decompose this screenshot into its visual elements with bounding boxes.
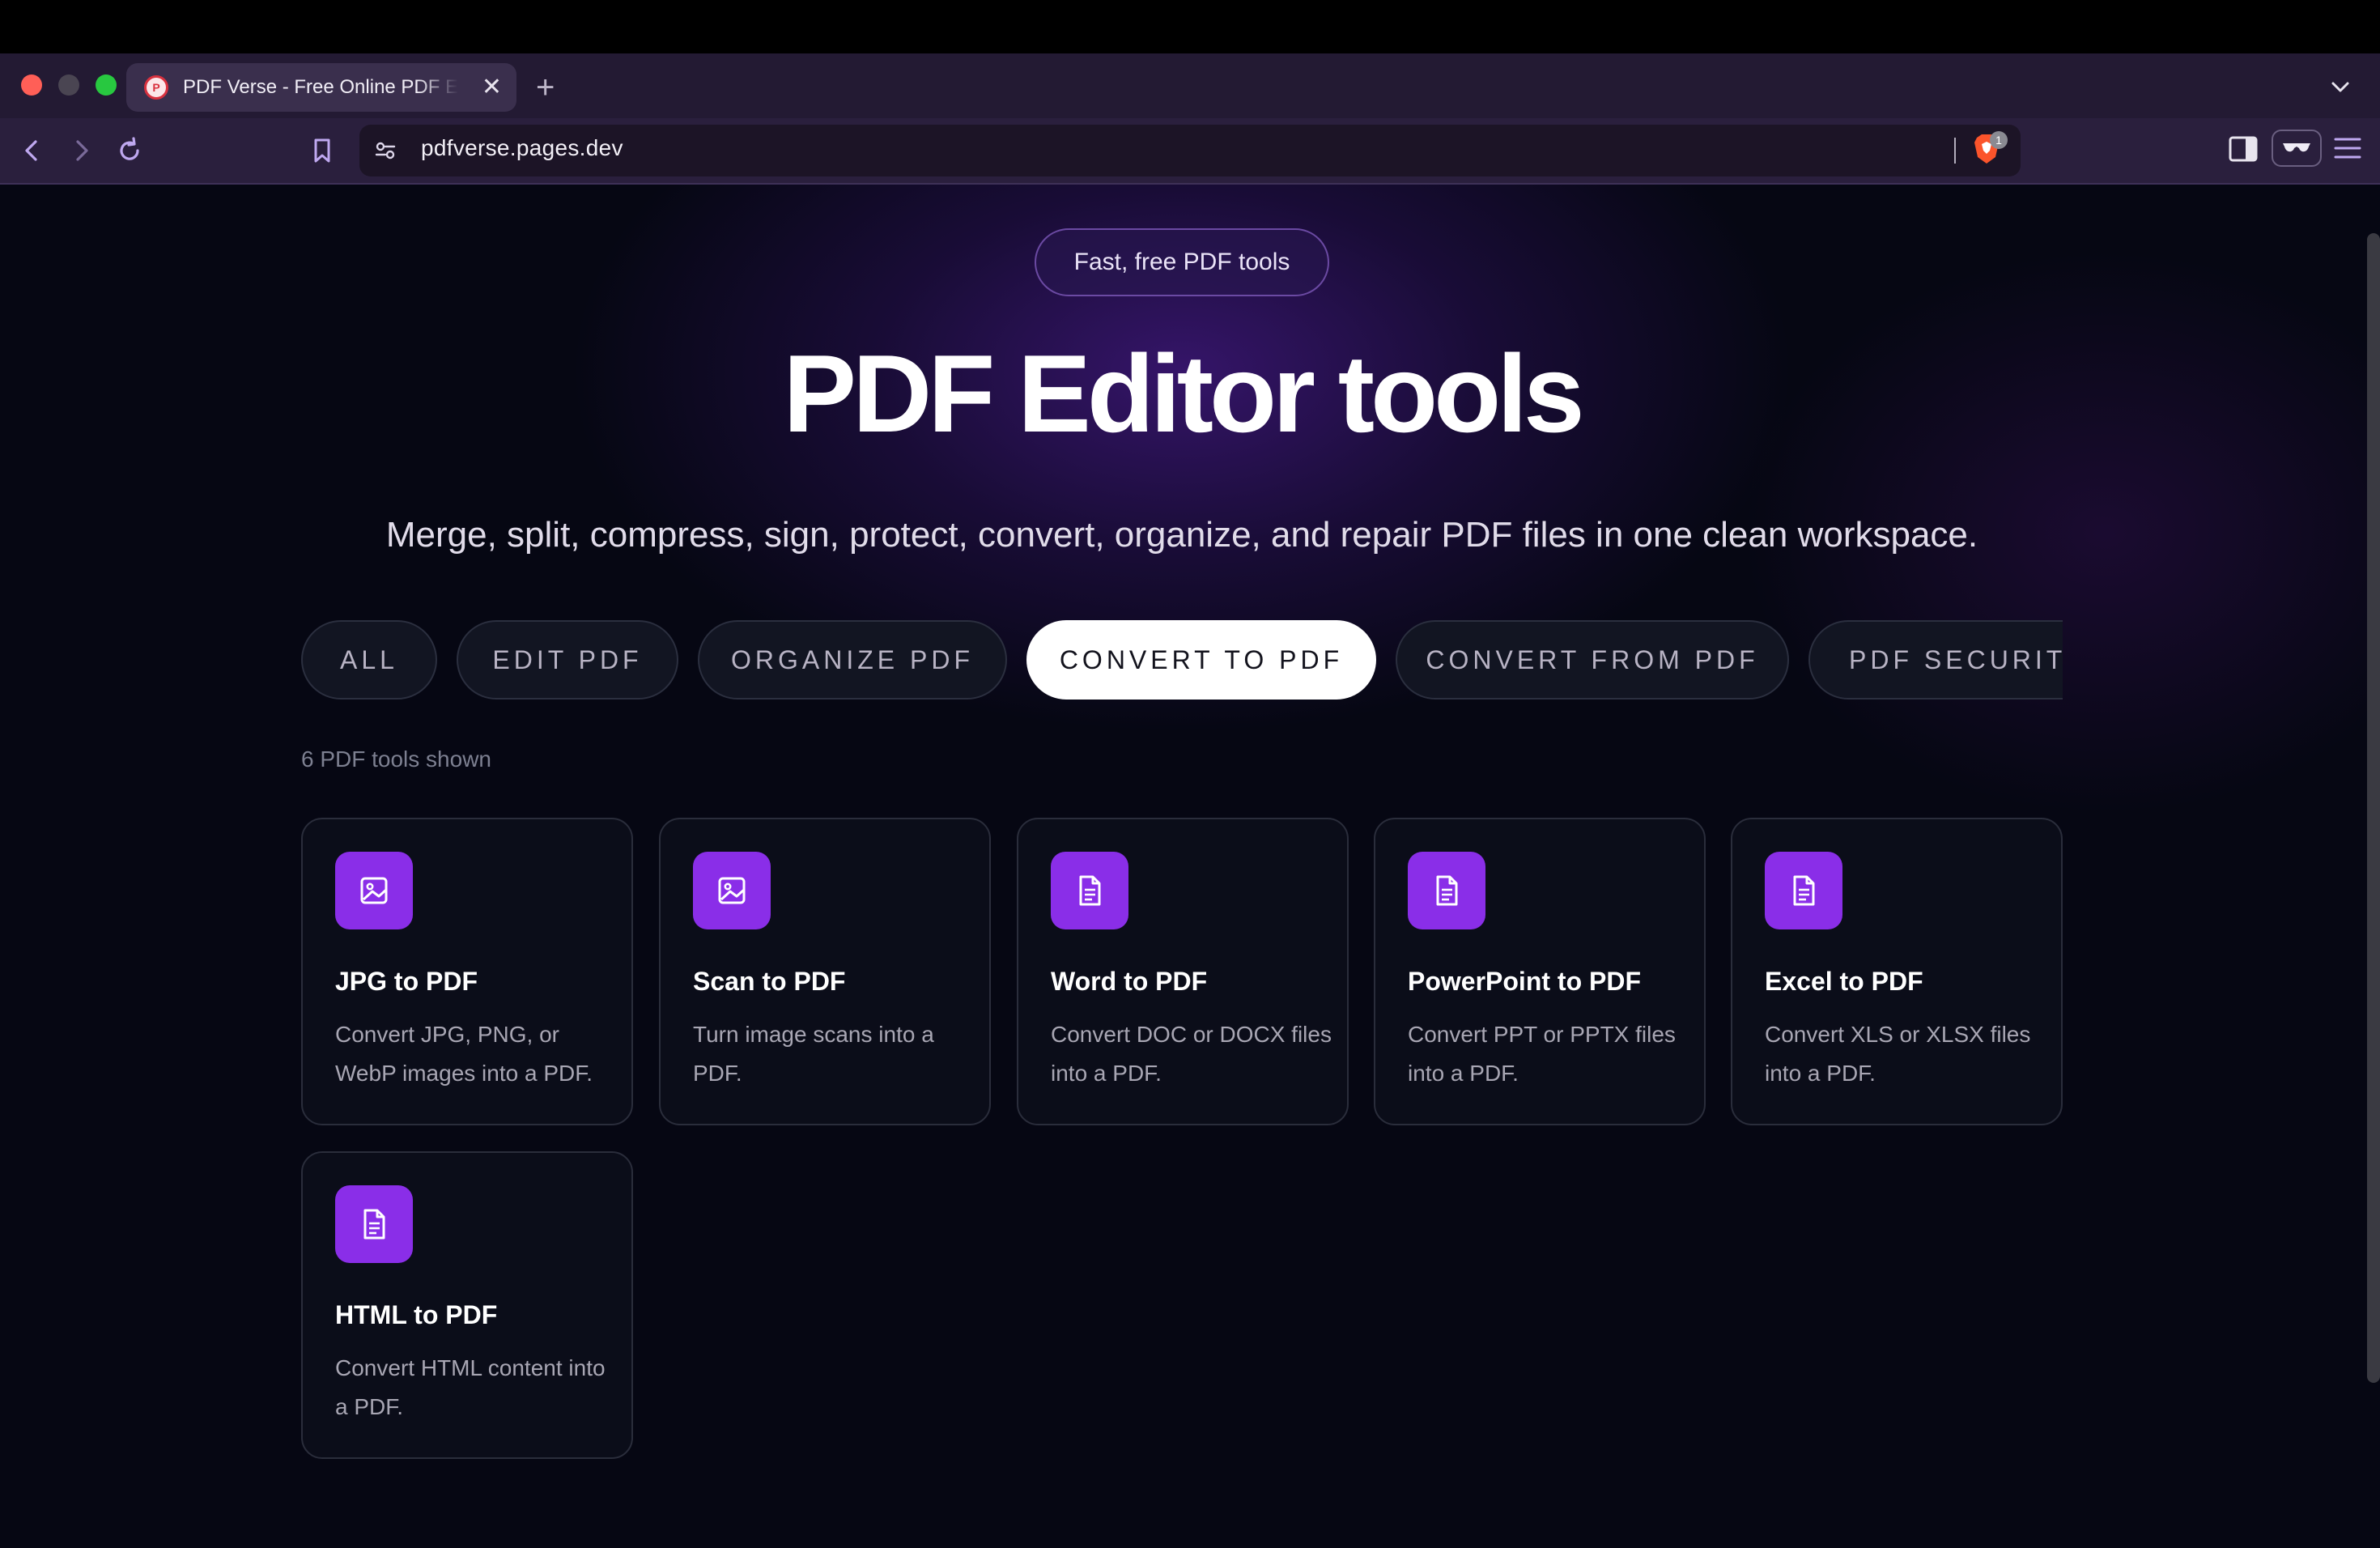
document-icon xyxy=(1408,852,1485,929)
reader-mode-glasses-icon[interactable] xyxy=(2272,130,2322,167)
page-viewport: Fast, free PDF tools PDF Editor tools Me… xyxy=(0,185,2380,1548)
sidebar-toggle-icon[interactable] xyxy=(2228,134,2259,168)
tool-description: Convert JPG, PNG, or WebP images into a … xyxy=(335,1022,593,1086)
url-divider xyxy=(1954,138,1956,164)
tool-card-word-to-pdf[interactable]: Word to PDF Convert DOC or DOCX files in… xyxy=(1017,818,1349,1125)
image-icon xyxy=(335,852,413,929)
site-settings-icon[interactable] xyxy=(369,134,402,167)
reload-icon[interactable] xyxy=(113,134,146,167)
back-arrow-icon[interactable] xyxy=(16,134,49,167)
tool-description: Convert HTML content into a PDF. xyxy=(335,1355,606,1419)
tool-description: Convert DOC or DOCX files into a PDF. xyxy=(1051,1022,1332,1086)
bookmark-icon[interactable] xyxy=(306,134,338,167)
url-text[interactable]: pdfverse.pages.dev xyxy=(421,135,623,161)
filter-organize-pdf[interactable]: ORGANIZE PDF xyxy=(698,620,1007,700)
page-title: PDF Editor tools xyxy=(783,332,1584,455)
filter-convert-from-pdf[interactable]: CONVERT FROM PDF xyxy=(1396,620,1789,700)
forward-arrow-icon[interactable] xyxy=(65,134,97,167)
shield-count-badge: 1 xyxy=(1990,131,2008,149)
tool-description: Convert XLS or XLSX files into a PDF. xyxy=(1765,1022,2031,1086)
tool-card-html-to-pdf[interactable]: HTML to PDF Convert HTML content into a … xyxy=(301,1151,633,1459)
tool-card-scan-to-pdf[interactable]: Scan to PDF Turn image scans into a PDF. xyxy=(659,818,991,1125)
tool-title: Word to PDF xyxy=(1051,967,1208,996)
hero-badge: Fast, free PDF tools xyxy=(1035,228,1329,296)
document-icon xyxy=(1051,852,1128,929)
close-window-button[interactable] xyxy=(21,74,42,96)
tool-count-text: 6 PDF tools shown xyxy=(301,746,491,772)
filter-convert-to-pdf[interactable]: CONVERT TO PDF xyxy=(1026,620,1376,700)
tool-card-excel-to-pdf[interactable]: Excel to PDF Convert XLS or XLSX files i… xyxy=(1731,818,2063,1125)
category-filter-bar: ALL EDIT PDF ORGANIZE PDF CONVERT TO PDF… xyxy=(301,620,2063,703)
tool-title: Excel to PDF xyxy=(1765,967,1923,996)
filter-pdf-security[interactable]: PDF SECURITY xyxy=(1808,620,2063,700)
browser-tab-active[interactable]: P PDF Verse - Free Online PDF Editor ✕ xyxy=(126,63,516,112)
tool-card-jpg-to-pdf[interactable]: JPG to PDF Convert JPG, PNG, or WebP ima… xyxy=(301,818,633,1125)
tab-list-chevron-icon[interactable] xyxy=(2330,76,2351,101)
tool-description: Convert PPT or PPTX files into a PDF. xyxy=(1408,1022,1676,1086)
tool-title: PowerPoint to PDF xyxy=(1408,967,1641,996)
pdf-favicon-icon: P xyxy=(144,75,168,100)
document-icon xyxy=(335,1185,413,1263)
tool-card-powerpoint-to-pdf[interactable]: PowerPoint to PDF Convert PPT or PPTX fi… xyxy=(1374,818,1706,1125)
tab-close-icon[interactable]: ✕ xyxy=(482,73,502,102)
page-scrollbar[interactable] xyxy=(2367,233,2380,1383)
tool-title: Scan to PDF xyxy=(693,967,846,996)
page-subtitle: Merge, split, compress, sign, protect, c… xyxy=(385,515,1978,555)
tool-description: Turn image scans into a PDF. xyxy=(693,1022,934,1086)
new-tab-button[interactable]: + xyxy=(536,68,555,107)
tool-title: JPG to PDF xyxy=(335,967,478,996)
menu-hamburger-icon[interactable] xyxy=(2333,134,2362,166)
screen-top-bar xyxy=(0,0,2380,53)
document-icon xyxy=(1765,852,1842,929)
image-icon xyxy=(693,852,771,929)
filter-edit-pdf[interactable]: EDIT PDF xyxy=(457,620,678,700)
tab-title: PDF Verse - Free Online PDF Editor xyxy=(183,76,458,98)
minimize-window-button[interactable] xyxy=(58,74,79,96)
tool-title: HTML to PDF xyxy=(335,1300,498,1329)
maximize-window-button[interactable] xyxy=(96,74,117,96)
filter-all[interactable]: ALL xyxy=(301,620,437,700)
